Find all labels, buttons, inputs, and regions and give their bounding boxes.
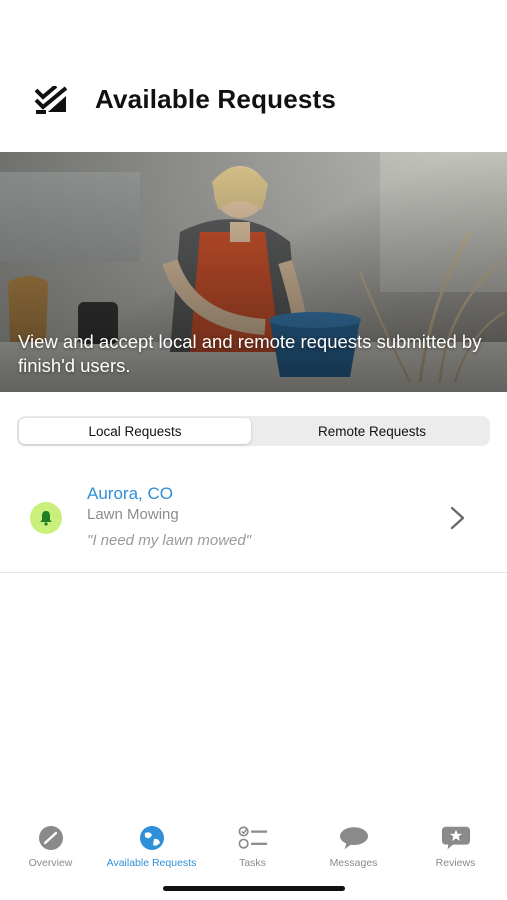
tab-tasks[interactable]: Tasks (202, 825, 303, 885)
tab-available-requests[interactable]: Available Requests (101, 825, 202, 885)
request-status-badge (30, 502, 62, 534)
chevron-right-icon (450, 506, 465, 530)
home-indicator[interactable] (163, 886, 345, 891)
tab-remote-requests[interactable]: Remote Requests (256, 418, 488, 444)
star-bubble-icon (441, 826, 470, 850)
chat-bubbles-icon (339, 827, 368, 850)
tab-local-requests[interactable]: Local Requests (19, 418, 251, 444)
tab-label: Tasks (239, 857, 266, 869)
checklist-icon (238, 826, 267, 849)
request-type-segmented-control: Local Requests Remote Requests (17, 416, 490, 446)
request-list-item[interactable]: Aurora, CO Lawn Mowing "I need my lawn m… (0, 470, 507, 573)
globe-icon (139, 826, 164, 850)
request-category: Lawn Mowing (87, 506, 179, 523)
request-location: Aurora, CO (87, 484, 173, 503)
tab-label: Messages (329, 857, 378, 869)
tab-reviews[interactable]: Reviews (405, 825, 506, 885)
tab-label: Overview (28, 857, 73, 869)
bell-icon (40, 511, 52, 526)
tab-messages[interactable]: Messages (303, 825, 404, 885)
speedometer-icon (38, 826, 63, 850)
tab-label: Reviews (435, 857, 476, 869)
tab-overview[interactable]: Overview (0, 825, 101, 885)
header: Available Requests (0, 0, 507, 152)
page-title: Available Requests (95, 84, 337, 114)
hero-banner: View and accept local and remote request… (0, 152, 507, 392)
hero-description: View and accept local and remote request… (18, 331, 482, 376)
request-description: "I need my lawn mowed" (87, 532, 252, 549)
checklist-logo-icon (34, 86, 68, 114)
tab-label: Available Requests (106, 857, 197, 869)
